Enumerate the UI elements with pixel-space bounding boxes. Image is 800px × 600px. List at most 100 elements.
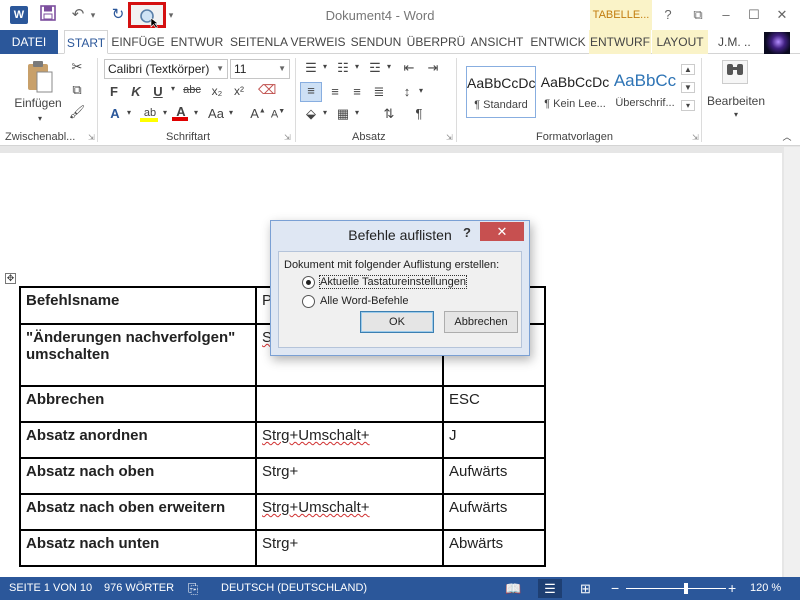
clipboard-launcher-icon[interactable]: ⇲ (88, 133, 95, 142)
text-effects-dropdown-icon[interactable]: ▾ (124, 108, 134, 117)
strikethrough-icon[interactable]: abc (182, 84, 202, 96)
zoom-slider-thumb[interactable] (684, 583, 688, 594)
paste-icon[interactable] (22, 60, 58, 94)
tab-sendungen[interactable]: SENDUN (348, 30, 404, 54)
save-icon[interactable] (38, 5, 58, 25)
font-size-combo[interactable]: 11 ▼ (230, 59, 290, 79)
cancel-button[interactable]: Abbrechen (444, 311, 518, 333)
sort-icon[interactable]: ⇅ (380, 106, 398, 122)
table-cell[interactable]: ESC (442, 385, 546, 423)
paragraph-launcher-icon[interactable]: ⇲ (446, 133, 453, 142)
font-name-combo[interactable]: Calibri (Textkörper) ▼ (104, 59, 228, 79)
justify-icon[interactable]: ≣ (370, 84, 388, 100)
tab-ansicht[interactable]: ANSICHT (468, 30, 526, 54)
table-cell[interactable]: Aufwärts (442, 457, 546, 495)
table-cell[interactable]: J (442, 421, 546, 459)
zoom-out-button[interactable]: − (611, 577, 619, 600)
decrease-indent-icon[interactable]: ⇤ (400, 60, 418, 76)
minimize-icon[interactable]: – (712, 5, 740, 25)
multilevel-dropdown-icon[interactable]: ▾ (384, 62, 394, 71)
numbering-icon[interactable]: ☷ (334, 60, 352, 76)
tab-seitenlayout[interactable]: SEITENLA (228, 30, 290, 54)
table-cell[interactable]: Absatz nach oben erweitern (19, 493, 257, 531)
increase-indent-icon[interactable]: ⇥ (424, 60, 442, 76)
zoom-slider[interactable] (626, 588, 726, 589)
customize-toolbar-icon[interactable]: ▾ (166, 5, 176, 25)
underline-dropdown-icon[interactable]: ▾ (168, 84, 178, 93)
magnifier-icon[interactable] (128, 2, 166, 28)
zoom-level[interactable]: 120 % (750, 577, 781, 600)
read-mode-icon[interactable]: 📖 (505, 577, 521, 600)
collapse-ribbon-icon[interactable]: ︿ (780, 130, 794, 143)
styles-scroll-down-icon[interactable]: ▼ (681, 82, 695, 93)
copy-icon[interactable]: ⧉ (68, 82, 86, 98)
undo-icon[interactable]: ↶ (68, 5, 88, 25)
style-standard[interactable]: AaBbCcDc ¶ Standard (466, 66, 536, 118)
table-cell[interactable] (255, 385, 444, 423)
ok-button[interactable]: OK (360, 311, 434, 333)
paste-dropdown-icon[interactable]: ▾ (30, 114, 50, 123)
style-ueberschrift[interactable]: AaBbCc Überschrif... (612, 66, 678, 118)
font-color-dropdown-icon[interactable]: ▾ (191, 108, 201, 117)
shading-dropdown-icon[interactable]: ▾ (320, 108, 330, 117)
align-left-icon[interactable]: ≡ (300, 82, 322, 102)
bullets-dropdown-icon[interactable]: ▾ (320, 62, 330, 71)
italic-icon[interactable]: K (128, 84, 144, 99)
tab-table-layout[interactable]: LAYOUT (652, 30, 708, 54)
format-painter-icon[interactable]: 🖌 (68, 104, 86, 120)
change-case-dropdown-icon[interactable]: ▾ (226, 108, 236, 117)
tab-verweise[interactable]: VERWEIS (290, 30, 346, 54)
table-cell[interactable]: Strg+Umschalt+ (255, 493, 444, 531)
word-icon[interactable]: W (10, 6, 28, 24)
styles-launcher-icon[interactable]: ⇲ (692, 133, 699, 142)
table-cell[interactable]: Strg+ (255, 529, 444, 567)
clear-formatting-icon[interactable]: ⌫ (258, 82, 276, 98)
radio-button-selected[interactable] (302, 276, 315, 289)
ribbon-display-icon[interactable]: ⧉ (684, 5, 712, 25)
numbering-dropdown-icon[interactable]: ▾ (352, 62, 362, 71)
tab-start[interactable]: START (64, 30, 108, 54)
table-cell[interactable]: Absatz nach oben (19, 457, 257, 495)
document-page[interactable]: ✥ Befehlsname P "Änderungen nachverfolge… (0, 153, 782, 577)
subscript-icon[interactable]: x₂ (208, 84, 226, 98)
table-cell[interactable]: Absatz anordnen (19, 421, 257, 459)
table-cell[interactable]: Abbrechen (19, 385, 257, 423)
font-color-icon[interactable]: A (172, 104, 190, 121)
tab-entwurf-doc[interactable]: ENTWUR (168, 30, 226, 54)
borders-icon[interactable]: ▦ (334, 106, 352, 122)
close-icon[interactable]: ✕ (480, 222, 524, 241)
bullets-icon[interactable]: ☰ (302, 60, 320, 76)
radio-label[interactable]: Alle Word-Befehle (320, 295, 408, 307)
text-effects-icon[interactable]: A (106, 106, 124, 121)
shrink-font-icon[interactable]: A▼ (270, 108, 286, 121)
editing-label[interactable]: Bearbeiten (704, 94, 768, 108)
avatar[interactable] (764, 32, 790, 54)
styles-more-icon[interactable]: ▾ (681, 100, 695, 111)
font-launcher-icon[interactable]: ⇲ (284, 133, 291, 142)
styles-scroll-up-icon[interactable]: ▲ (681, 64, 695, 75)
tab-entwicklertools[interactable]: ENTWICK (527, 30, 589, 54)
redo-icon[interactable]: ↻ (108, 5, 128, 25)
vertical-scrollbar[interactable] (784, 147, 800, 577)
radio-button[interactable] (302, 295, 315, 308)
word-count[interactable]: 976 WÖRTER (104, 577, 174, 600)
multilevel-list-icon[interactable]: ☲ (366, 60, 384, 76)
style-kein-leerraum[interactable]: AaBbCcDc ¶ Kein Lee... (540, 66, 610, 118)
align-center-icon[interactable]: ≡ (326, 84, 344, 99)
table-cell[interactable]: Strg+ (255, 457, 444, 495)
borders-dropdown-icon[interactable]: ▾ (352, 108, 362, 117)
help-icon[interactable]: ? (654, 5, 682, 25)
table-cell[interactable]: Absatz nach unten (19, 529, 257, 567)
tab-table-entwurf[interactable]: ENTWURF (589, 30, 651, 54)
radio-label[interactable]: Aktuelle Tastatureinstellungen (319, 275, 467, 289)
language[interactable]: DEUTSCH (DEUTSCHLAND) (221, 577, 367, 600)
bold-icon[interactable]: F (106, 84, 122, 99)
binoculars-icon[interactable] (722, 60, 748, 84)
user-name[interactable]: J.M. .. (718, 30, 751, 54)
web-layout-icon[interactable]: ⊞ (580, 577, 591, 600)
line-spacing-icon[interactable]: ↕ (398, 84, 416, 99)
table-move-handle-icon[interactable]: ✥ (5, 273, 16, 284)
align-right-icon[interactable]: ≡ (348, 84, 366, 99)
cut-icon[interactable]: ✂ (68, 59, 86, 75)
shading-icon[interactable]: ⬙ (302, 106, 320, 122)
